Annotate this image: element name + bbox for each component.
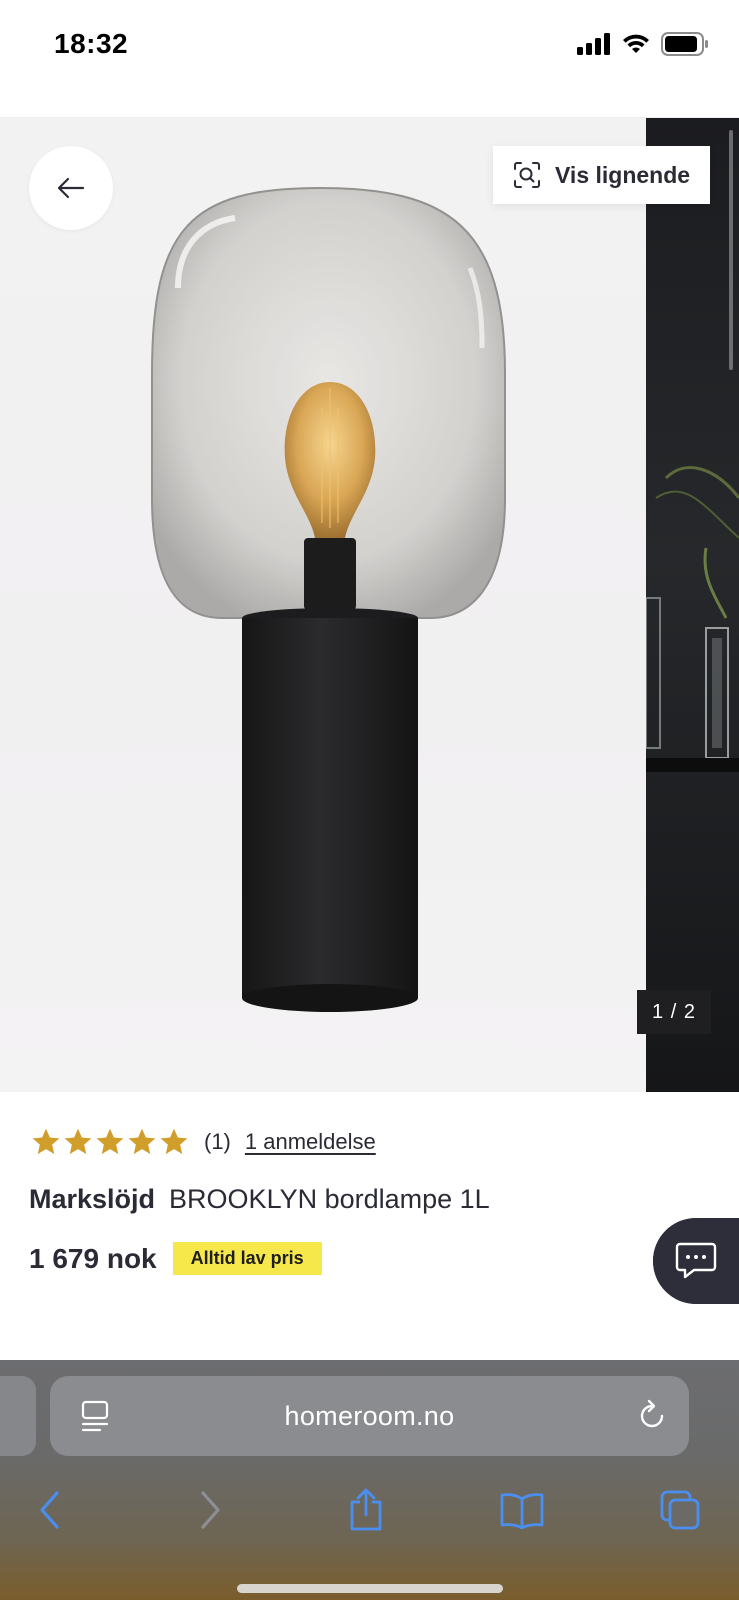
reload-icon[interactable] bbox=[637, 1398, 667, 1432]
price-row: 1 679 nok Alltid lav pris bbox=[29, 1242, 322, 1275]
page-menu-icon[interactable] bbox=[80, 1400, 110, 1432]
battery-icon bbox=[661, 32, 708, 56]
status-icons bbox=[577, 32, 709, 56]
chevron-left-icon bbox=[40, 1491, 59, 1529]
star-icon bbox=[128, 1128, 156, 1154]
share-icon bbox=[350, 1488, 382, 1531]
product-title: Markslöjd BROOKLYN bordlampe 1L bbox=[29, 1184, 490, 1215]
browser-forward-button[interactable] bbox=[180, 1480, 240, 1540]
bookmarks-button[interactable] bbox=[492, 1480, 552, 1540]
arrow-left-icon bbox=[57, 177, 85, 199]
product-price: 1 679 nok bbox=[29, 1242, 157, 1274]
share-button[interactable] bbox=[336, 1480, 396, 1540]
lamp-product-image bbox=[151, 186, 506, 1012]
book-icon bbox=[500, 1493, 544, 1529]
price-badge: Alltid lav pris bbox=[172, 1242, 322, 1275]
header-divider bbox=[0, 100, 739, 118]
show-similar-label: Vis lignende bbox=[555, 161, 691, 188]
previous-tab-preview[interactable] bbox=[0, 1376, 36, 1456]
cellular-signal-icon bbox=[577, 33, 610, 55]
gallery-scrollbar[interactable] bbox=[729, 130, 733, 370]
status-time: 18:32 bbox=[54, 28, 129, 59]
browser-toolbar bbox=[0, 1470, 739, 1550]
next-product-image-slide[interactable] bbox=[646, 118, 739, 1092]
chat-button-circle[interactable] bbox=[653, 1218, 739, 1304]
url-text[interactable]: homeroom.no bbox=[285, 1401, 455, 1432]
star-icon bbox=[32, 1128, 60, 1154]
chat-button[interactable] bbox=[653, 1218, 739, 1304]
product-brand[interactable]: Markslöjd bbox=[29, 1184, 155, 1214]
tabs-button[interactable] bbox=[650, 1480, 710, 1540]
browser-back-button[interactable] bbox=[20, 1480, 80, 1540]
chat-bubble-icon bbox=[675, 1242, 717, 1279]
star-icon bbox=[64, 1128, 92, 1154]
product-image-gallery[interactable]: Vis lignende 1 / 2 bbox=[0, 118, 739, 1092]
product-name: BROOKLYN bordlampe 1L bbox=[169, 1184, 490, 1214]
browser-chrome: homeroom.no bbox=[0, 1360, 739, 1600]
product-info: (1) 1 anmeldelse Markslöjd BROOKLYN bordl… bbox=[0, 1092, 739, 1360]
address-bar[interactable]: homeroom.no bbox=[50, 1376, 689, 1456]
product-image-slide[interactable] bbox=[0, 118, 646, 1092]
chevron-right-icon bbox=[201, 1491, 220, 1529]
back-button[interactable] bbox=[29, 146, 113, 230]
status-bar: 18:32 bbox=[0, 0, 739, 88]
home-indicator[interactable] bbox=[237, 1584, 503, 1593]
image-counter: 1 / 2 bbox=[637, 990, 711, 1034]
show-similar-button[interactable]: Vis lignende bbox=[493, 146, 710, 204]
star-icon bbox=[160, 1128, 188, 1154]
rating-row[interactable]: (1) 1 anmeldelse bbox=[30, 1126, 376, 1158]
lifestyle-image bbox=[646, 466, 739, 772]
star-icon bbox=[96, 1128, 124, 1154]
wifi-icon bbox=[623, 34, 649, 53]
visual-search-icon bbox=[514, 162, 540, 188]
rating-count: (1) bbox=[204, 1129, 231, 1154]
tabs-icon bbox=[660, 1490, 700, 1530]
reviews-link[interactable]: 1 anmeldelse bbox=[245, 1129, 376, 1155]
